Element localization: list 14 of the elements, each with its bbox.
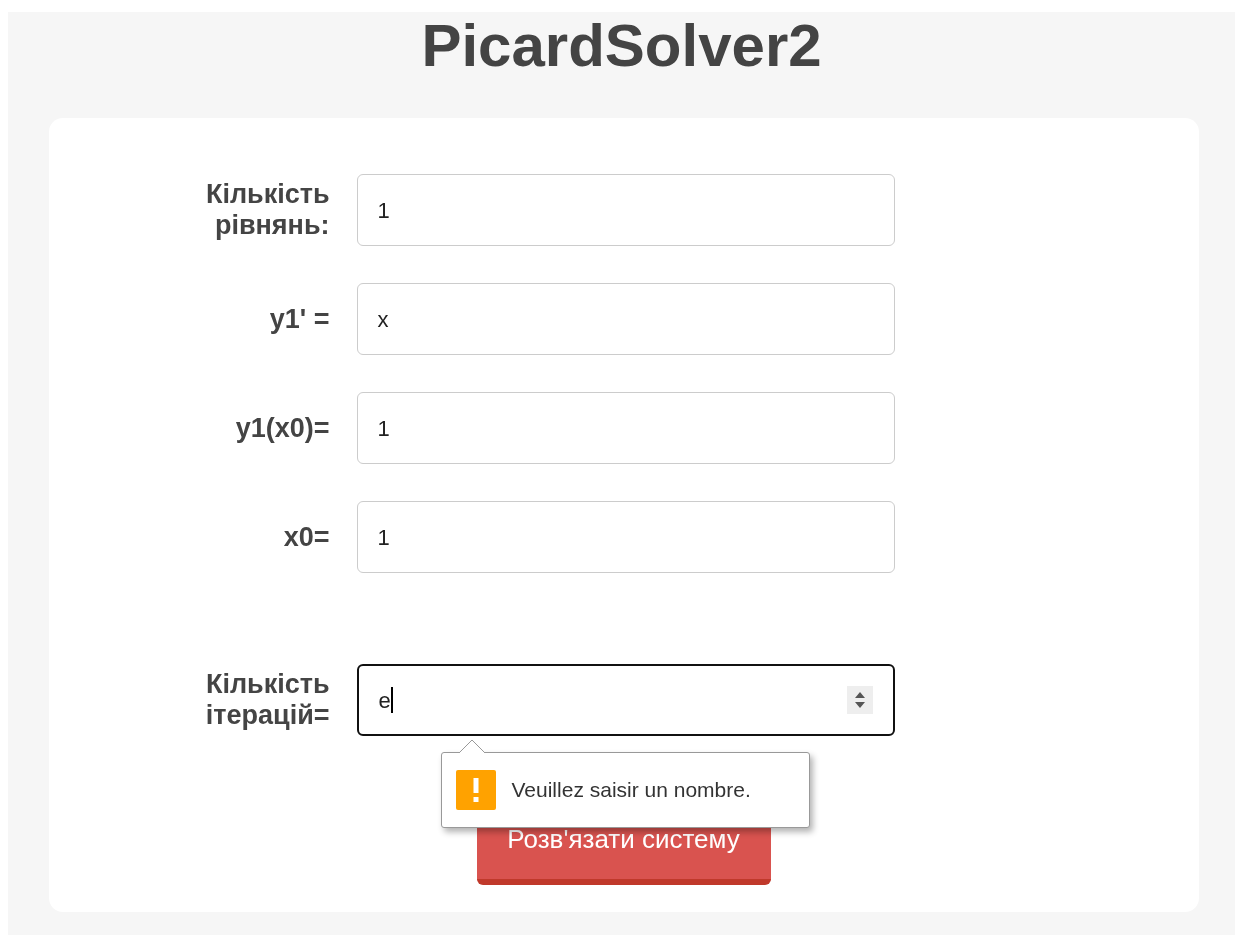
input-field[interactable]: 1 xyxy=(356,392,895,464)
text-cursor xyxy=(390,687,393,713)
input-field[interactable]: 1 xyxy=(356,174,895,246)
warning-icon xyxy=(455,770,496,810)
field-label: y1' = xyxy=(268,303,330,335)
field-label: y1(x0)= xyxy=(234,412,330,444)
field-label: Кількість рівнянь: xyxy=(204,179,330,241)
input-field[interactable]: 1 xyxy=(356,501,895,573)
input-field[interactable]: x xyxy=(356,283,895,355)
field-label: Кількість ітерацій= xyxy=(204,669,330,731)
input-field[interactable]: e xyxy=(356,664,895,736)
page-title: PicardSolver2 xyxy=(421,14,822,78)
field-label: x0= xyxy=(282,521,330,553)
spinner-icon[interactable] xyxy=(846,686,873,714)
